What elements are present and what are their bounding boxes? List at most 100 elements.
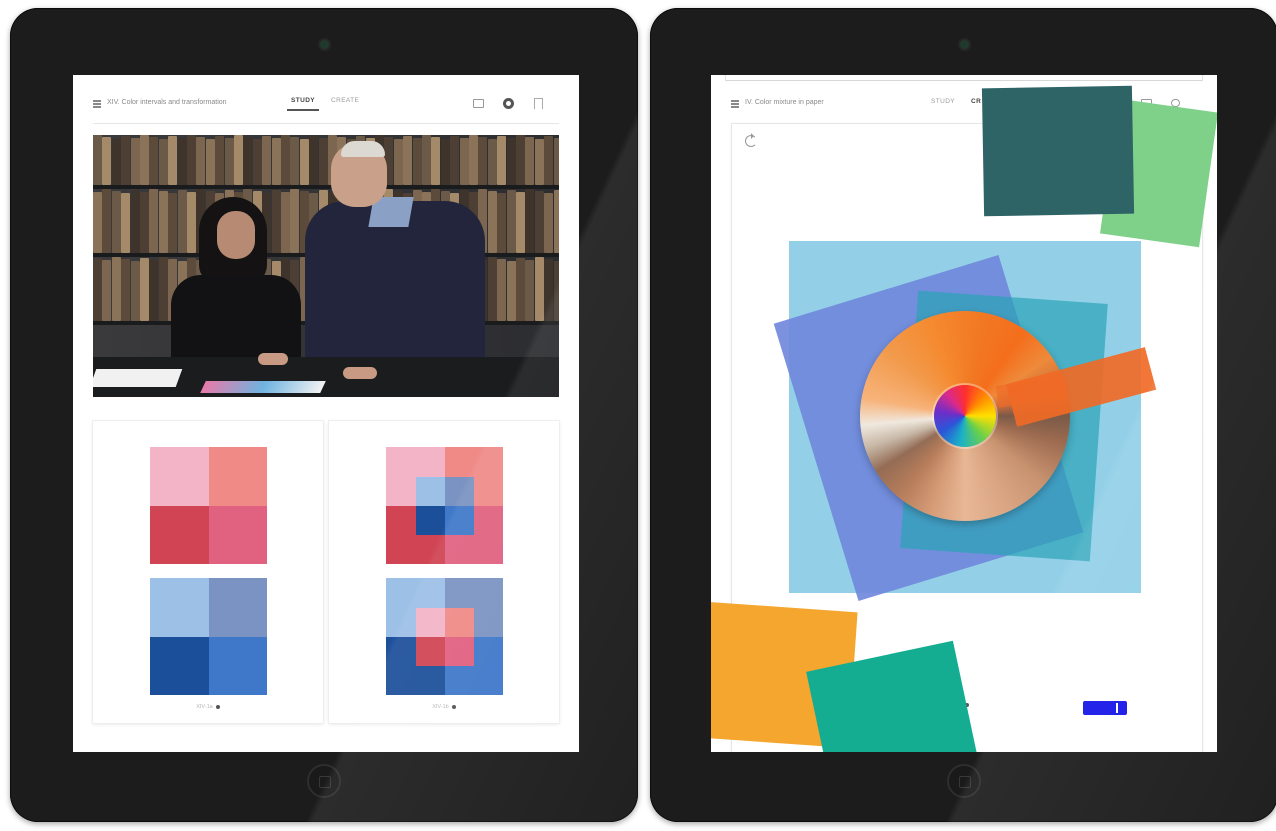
plate-pager: XIV-1b [329, 704, 559, 710]
book-spine [525, 137, 535, 185]
camera-icon [320, 40, 329, 49]
book-spine [553, 138, 559, 185]
swatch [208, 447, 267, 506]
screen-icon[interactable] [473, 99, 484, 108]
book-spine [205, 139, 215, 185]
woman-face [217, 211, 255, 259]
left-topbar: XIV. Color intervals and transformation … [93, 93, 559, 117]
pager-dot[interactable] [451, 704, 456, 709]
plate-card-right[interactable]: XIV-1b [329, 421, 559, 723]
book-spine [158, 257, 168, 321]
plate-pager: XIV-1a [93, 704, 323, 710]
chapter-title: XIV. Color intervals and transformation [107, 99, 227, 106]
hand [343, 367, 377, 379]
inner-swatch [415, 607, 445, 637]
tab-study[interactable]: STUDY [931, 98, 955, 105]
book-spine [290, 189, 300, 253]
book-spine [140, 192, 149, 253]
book-spine [403, 136, 413, 185]
inner-swatch [415, 476, 445, 506]
book-spine [215, 136, 225, 185]
home-button[interactable] [947, 764, 981, 798]
chapter-title: IV. Color mixture in paper [745, 99, 824, 106]
book-spine [281, 192, 290, 253]
gear-icon[interactable] [503, 98, 514, 109]
book-spine [111, 257, 121, 321]
book-spine [516, 258, 525, 321]
dark-teal-paper[interactable] [981, 85, 1135, 217]
plate-number: XIV-1b [432, 704, 449, 710]
tab-study[interactable]: STUDY [286, 97, 320, 111]
book-spine [196, 137, 206, 185]
left-screen: XIV. Color intervals and transformation … [73, 75, 579, 752]
left-tablet: XIV. Color intervals and transformation … [10, 8, 638, 822]
color-grid-bottom [386, 578, 503, 695]
book-spine [111, 139, 121, 185]
book-spine [130, 138, 140, 185]
color-wheel-center [934, 385, 996, 447]
previous-page-edge [725, 75, 1203, 81]
book-spine [93, 135, 102, 185]
swatch-sheet [200, 381, 326, 393]
book-spine [158, 139, 168, 185]
book-spine [149, 189, 159, 253]
book-spine [271, 190, 281, 253]
bookmark-icon[interactable] [534, 98, 543, 109]
right-tablet: IV. Color mixture in paper STUDY CR [650, 8, 1276, 822]
book-spine [168, 193, 178, 253]
book-spine [177, 190, 187, 253]
plate-card-left[interactable]: XIV-1a [93, 421, 323, 723]
book-spine [121, 136, 131, 185]
inner-swatch [444, 636, 474, 666]
book-spine [497, 193, 507, 253]
inner-swatch [415, 505, 445, 535]
book-spine [534, 139, 544, 185]
swatch [150, 636, 209, 695]
swatch [208, 578, 267, 637]
inner-swatch [444, 505, 474, 535]
book-spine [224, 138, 234, 185]
menu-icon[interactable] [93, 100, 101, 108]
book-spine [459, 138, 469, 185]
man-hair [341, 141, 385, 157]
swatch [150, 505, 209, 564]
book-spine [431, 137, 441, 185]
color-grid-top [386, 447, 503, 564]
book-spine [553, 190, 559, 253]
toggle-switch[interactable] [1083, 701, 1127, 715]
video-frame[interactable] [93, 135, 559, 397]
book-spine [299, 139, 309, 185]
tab-create[interactable]: CREATE [331, 97, 359, 104]
pager-dot[interactable] [215, 704, 220, 709]
book-spine [121, 193, 131, 253]
menu-icon[interactable] [731, 100, 739, 108]
book-spine [497, 259, 507, 321]
book-spine [140, 258, 149, 321]
book-spine [234, 135, 243, 185]
book-spine [121, 259, 131, 321]
book-spine [177, 138, 187, 185]
book-spine [544, 193, 554, 253]
home-button[interactable] [307, 764, 341, 798]
book-spine [487, 139, 497, 185]
tab-create[interactable]: CR [971, 98, 981, 105]
inner-swatch [444, 607, 474, 637]
book-spine [516, 135, 525, 185]
swatch [208, 505, 267, 564]
book-spine [440, 139, 450, 185]
book-spine [187, 192, 196, 253]
book-spine [102, 189, 112, 253]
color-grid-top [150, 447, 267, 564]
undo-icon[interactable] [745, 133, 757, 147]
book-spine [487, 191, 497, 253]
book-spine [478, 137, 488, 185]
book-spine [111, 191, 121, 253]
book-spine [262, 136, 272, 185]
book-spine [290, 137, 300, 185]
book-spine [140, 135, 149, 185]
right-screen: IV. Color mixture in paper STUDY CR [711, 75, 1217, 752]
paper-sheet [93, 369, 183, 387]
inner-swatch [444, 476, 474, 506]
book-spine [487, 257, 497, 321]
shelf [93, 185, 559, 189]
